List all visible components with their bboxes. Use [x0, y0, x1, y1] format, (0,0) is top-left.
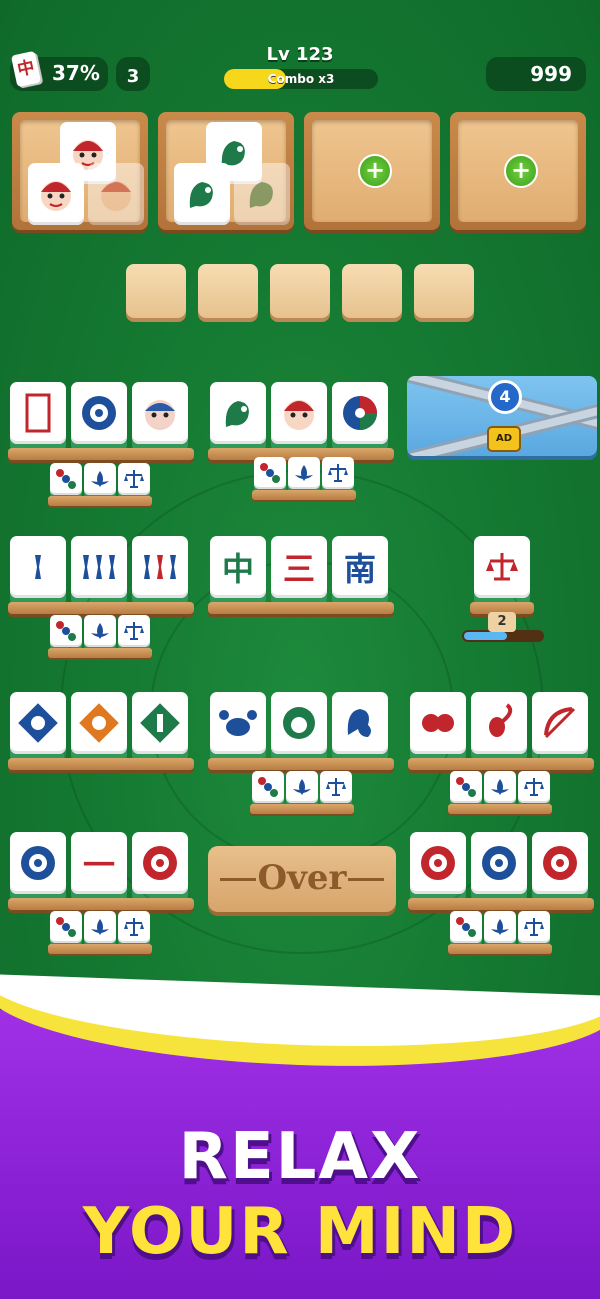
- small-tile-lotus: [484, 911, 516, 947]
- small-tile-scales: [518, 771, 550, 807]
- small-tile-lotus: [288, 457, 320, 493]
- tile-blue-flower[interactable]: [471, 832, 527, 902]
- tile-tricolor-circle[interactable]: [332, 382, 388, 452]
- tile-green-dragon[interactable]: [210, 382, 266, 452]
- combo-label: Combo x3: [267, 72, 335, 86]
- moves-counter: 3: [116, 57, 150, 91]
- tile-red-flower[interactable]: [132, 832, 188, 902]
- holder-slot: [414, 264, 474, 318]
- tile-orange-diamond-flower[interactable]: [71, 692, 127, 762]
- small-tile-circles: [450, 771, 482, 807]
- tile-red-flower[interactable]: [532, 832, 588, 902]
- small-tile-scales: [322, 457, 354, 493]
- tile-blue-diamond-flower[interactable]: [10, 692, 66, 762]
- progress-percent: 37%: [52, 61, 100, 85]
- holder-slot: [198, 264, 258, 318]
- holder-slot: [270, 264, 330, 318]
- small-tile-circles: [50, 615, 82, 651]
- small-tile-lotus: [84, 615, 116, 651]
- small-tile-circles: [254, 457, 286, 493]
- stack-progress-fill: [464, 632, 507, 640]
- small-tile-lotus: [84, 463, 116, 499]
- tile-green-dragon[interactable]: [174, 163, 230, 233]
- small-tile-circles: [450, 911, 482, 947]
- tile-gemini[interactable]: [410, 692, 466, 762]
- small-tile-circles: [252, 771, 284, 807]
- progress-pill: 中 37%: [10, 50, 108, 91]
- over-sign: Over: [208, 846, 396, 912]
- tile-bamboo-3[interactable]: [71, 536, 127, 606]
- tile-scales[interactable]: [474, 536, 530, 606]
- holder-slot: [342, 264, 402, 318]
- tile-capricorn[interactable]: [332, 692, 388, 762]
- tile-green-diamond-bamboo[interactable]: [132, 692, 188, 762]
- level-label: Lv 123: [266, 44, 334, 65]
- mahjong-progress-icon: 中: [10, 50, 42, 88]
- small-tile-circles: [50, 911, 82, 947]
- tile-scorpion[interactable]: [471, 692, 527, 762]
- holder-slot: [126, 264, 186, 318]
- watch-ad-lock-button[interactable]: AD: [487, 426, 521, 452]
- tile-opera-mask-blue[interactable]: [132, 382, 188, 452]
- tile-red-frame[interactable]: [10, 382, 66, 452]
- small-tile-scales: [320, 771, 352, 807]
- small-tile-lotus: [84, 911, 116, 947]
- tile-south-wind[interactable]: 南: [332, 536, 388, 606]
- stack-count: 2: [488, 612, 516, 632]
- small-tile-circles: [50, 463, 82, 499]
- tile-lion[interactable]: [271, 692, 327, 762]
- tile-red-dragon[interactable]: 中: [210, 536, 266, 606]
- unlock-count-badge: 4: [488, 380, 522, 414]
- tray-4[interactable]: +: [450, 112, 586, 230]
- tile-green-dragon-ghost: [234, 163, 290, 233]
- small-tile-scales: [118, 911, 150, 947]
- tile-yi-glyph: 一: [82, 846, 115, 884]
- small-tile-scales: [518, 911, 550, 947]
- add-tray-button[interactable]: +: [358, 154, 392, 188]
- tile-red-flower[interactable]: [410, 832, 466, 902]
- tile-crab[interactable]: [210, 692, 266, 762]
- small-tile-scales: [118, 615, 150, 651]
- add-tray-button[interactable]: +: [504, 154, 538, 188]
- combo-bar: Combo x3: [224, 69, 378, 89]
- tile-opera-mask[interactable]: [271, 382, 327, 452]
- tile-bamboo-1[interactable]: [10, 536, 66, 606]
- score-display: 999: [486, 57, 586, 91]
- tile-character-three[interactable]: 三: [271, 536, 327, 606]
- banner-line-1: RELAX: [178, 1120, 422, 1194]
- tile-bamboo-mixed[interactable]: [132, 536, 188, 606]
- tile-sagittarius[interactable]: [532, 692, 588, 762]
- tile-blue-flower[interactable]: [10, 832, 66, 902]
- tray-3[interactable]: +: [304, 112, 440, 230]
- tile-character-one[interactable]: 一: [71, 832, 127, 902]
- tile-blue-flower[interactable]: [71, 382, 127, 452]
- tile-opera-mask[interactable]: [28, 163, 84, 233]
- small-tile-lotus: [286, 771, 318, 807]
- tile-zhong-glyph: 中: [221, 550, 254, 588]
- tile-nan-glyph: 南: [343, 550, 376, 588]
- tile-san-glyph: 三: [282, 550, 315, 588]
- small-tile-scales: [118, 463, 150, 499]
- banner-line-2: YOUR MIND: [82, 1195, 518, 1269]
- tile-opera-mask-ghost: [88, 163, 144, 233]
- small-tile-lotus: [484, 771, 516, 807]
